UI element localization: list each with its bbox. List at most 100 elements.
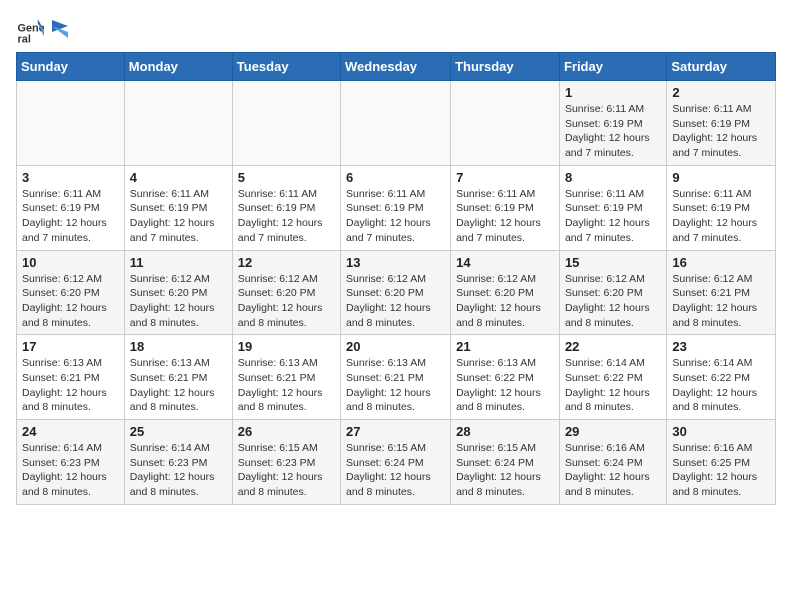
day-number: 24 xyxy=(22,424,119,439)
day-number: 6 xyxy=(346,170,445,185)
column-header-wednesday: Wednesday xyxy=(341,53,451,81)
calendar-day-cell: 23Sunrise: 6:14 AM Sunset: 6:22 PM Dayli… xyxy=(667,335,776,420)
calendar-day-cell: 3 Sunrise: 6:11 AM Sunset: 6:19 PM Daylig… xyxy=(17,165,125,250)
day-number: 8 xyxy=(565,170,661,185)
calendar-day-cell: 18Sunrise: 6:13 AM Sunset: 6:21 PM Dayli… xyxy=(124,335,232,420)
day-number: 17 xyxy=(22,339,119,354)
day-info: Sunrise: 6:14 AM Sunset: 6:23 PM Dayligh… xyxy=(22,441,119,500)
calendar-day-cell: 12 Sunrise: 6:12 AM Sunset: 6:20 PM Dayli… xyxy=(232,250,340,335)
day-info: Sunrise: 6:12 AM Sunset: 6:20 PM Dayligh… xyxy=(565,272,661,331)
day-number: 30 xyxy=(672,424,770,439)
column-header-saturday: Saturday xyxy=(667,53,776,81)
calendar-day-cell: 4 Sunrise: 6:11 AM Sunset: 6:19 PM Daylig… xyxy=(124,165,232,250)
calendar-day-cell: 11 Sunrise: 6:12 AM Sunset: 6:20 PM Dayli… xyxy=(124,250,232,335)
calendar-day-cell: 22Sunrise: 6:14 AM Sunset: 6:22 PM Dayli… xyxy=(559,335,666,420)
logo: Gene ral xyxy=(16,16,70,44)
column-header-thursday: Thursday xyxy=(451,53,560,81)
day-info: Sunrise: 6:13 AM Sunset: 6:21 PM Dayligh… xyxy=(238,356,335,415)
calendar-day-cell: 28 Sunrise: 6:15 AM Sunset: 6:24 PM Dayli… xyxy=(451,420,560,505)
calendar-week-row: 17 Sunrise: 6:13 AM Sunset: 6:21 PM Dayli… xyxy=(17,335,776,420)
day-info: Sunrise: 6:12 AM Sunset: 6:20 PM Dayligh… xyxy=(456,272,554,331)
calendar-table: SundayMondayTuesdayWednesdayThursdayFrid… xyxy=(16,52,776,505)
calendar-day-cell: 14Sunrise: 6:12 AM Sunset: 6:20 PM Dayli… xyxy=(451,250,560,335)
day-info: Sunrise: 6:15 AM Sunset: 6:24 PM Dayligh… xyxy=(456,441,554,500)
day-number: 27 xyxy=(346,424,445,439)
day-info: Sunrise: 6:11 AM Sunset: 6:19 PM Dayligh… xyxy=(672,187,770,246)
day-number: 12 xyxy=(238,255,335,270)
day-number: 11 xyxy=(130,255,227,270)
calendar-day-cell xyxy=(451,81,560,166)
page-header: Gene ral xyxy=(16,16,776,44)
day-info: Sunrise: 6:14 AM Sunset: 6:22 PM Dayligh… xyxy=(672,356,770,415)
day-info: Sunrise: 6:12 AM Sunset: 6:21 PM Dayligh… xyxy=(672,272,770,331)
day-info: Sunrise: 6:11 AM Sunset: 6:19 PM Dayligh… xyxy=(456,187,554,246)
column-header-tuesday: Tuesday xyxy=(232,53,340,81)
day-info: Sunrise: 6:11 AM Sunset: 6:19 PM Dayligh… xyxy=(22,187,119,246)
day-info: Sunrise: 6:14 AM Sunset: 6:23 PM Dayligh… xyxy=(130,441,227,500)
column-header-sunday: Sunday xyxy=(17,53,125,81)
day-info: Sunrise: 6:13 AM Sunset: 6:21 PM Dayligh… xyxy=(22,356,119,415)
day-number: 13 xyxy=(346,255,445,270)
calendar-day-cell: 10 Sunrise: 6:12 AM Sunset: 6:20 PM Dayli… xyxy=(17,250,125,335)
day-info: Sunrise: 6:12 AM Sunset: 6:20 PM Dayligh… xyxy=(130,272,227,331)
calendar-day-cell: 25 Sunrise: 6:14 AM Sunset: 6:23 PM Dayli… xyxy=(124,420,232,505)
day-number: 4 xyxy=(130,170,227,185)
day-number: 16 xyxy=(672,255,770,270)
calendar-header-row: SundayMondayTuesdayWednesdayThursdayFrid… xyxy=(17,53,776,81)
day-info: Sunrise: 6:11 AM Sunset: 6:19 PM Dayligh… xyxy=(346,187,445,246)
day-info: Sunrise: 6:15 AM Sunset: 6:24 PM Dayligh… xyxy=(346,441,445,500)
day-info: Sunrise: 6:13 AM Sunset: 6:22 PM Dayligh… xyxy=(456,356,554,415)
day-number: 25 xyxy=(130,424,227,439)
day-info: Sunrise: 6:16 AM Sunset: 6:25 PM Dayligh… xyxy=(672,441,770,500)
calendar-day-cell: 1Sunrise: 6:11 AM Sunset: 6:19 PM Daylig… xyxy=(559,81,666,166)
calendar-day-cell: 5 Sunrise: 6:11 AM Sunset: 6:19 PM Daylig… xyxy=(232,165,340,250)
calendar-day-cell: 21 Sunrise: 6:13 AM Sunset: 6:22 PM Dayli… xyxy=(451,335,560,420)
calendar-day-cell: 16 Sunrise: 6:12 AM Sunset: 6:21 PM Dayli… xyxy=(667,250,776,335)
day-number: 9 xyxy=(672,170,770,185)
day-info: Sunrise: 6:11 AM Sunset: 6:19 PM Dayligh… xyxy=(238,187,335,246)
day-info: Sunrise: 6:11 AM Sunset: 6:19 PM Dayligh… xyxy=(565,187,661,246)
calendar-day-cell: 26Sunrise: 6:15 AM Sunset: 6:23 PM Dayli… xyxy=(232,420,340,505)
calendar-day-cell: 17 Sunrise: 6:13 AM Sunset: 6:21 PM Dayli… xyxy=(17,335,125,420)
day-number: 20 xyxy=(346,339,445,354)
calendar-day-cell: 15 Sunrise: 6:12 AM Sunset: 6:20 PM Dayli… xyxy=(559,250,666,335)
day-number: 28 xyxy=(456,424,554,439)
day-info: Sunrise: 6:12 AM Sunset: 6:20 PM Dayligh… xyxy=(238,272,335,331)
calendar-week-row: 1Sunrise: 6:11 AM Sunset: 6:19 PM Daylig… xyxy=(17,81,776,166)
day-number: 15 xyxy=(565,255,661,270)
day-number: 10 xyxy=(22,255,119,270)
day-info: Sunrise: 6:12 AM Sunset: 6:20 PM Dayligh… xyxy=(346,272,445,331)
day-number: 19 xyxy=(238,339,335,354)
calendar-day-cell: 6 Sunrise: 6:11 AM Sunset: 6:19 PM Daylig… xyxy=(341,165,451,250)
calendar-week-row: 3 Sunrise: 6:11 AM Sunset: 6:19 PM Daylig… xyxy=(17,165,776,250)
calendar-day-cell: 29Sunrise: 6:16 AM Sunset: 6:24 PM Dayli… xyxy=(559,420,666,505)
day-info: Sunrise: 6:12 AM Sunset: 6:20 PM Dayligh… xyxy=(22,272,119,331)
day-number: 5 xyxy=(238,170,335,185)
calendar-day-cell: 30 Sunrise: 6:16 AM Sunset: 6:25 PM Dayli… xyxy=(667,420,776,505)
logo-icon: Gene ral xyxy=(16,16,44,44)
day-info: Sunrise: 6:11 AM Sunset: 6:19 PM Dayligh… xyxy=(130,187,227,246)
day-number: 18 xyxy=(130,339,227,354)
logo-wordmark xyxy=(48,16,70,44)
day-info: Sunrise: 6:16 AM Sunset: 6:24 PM Dayligh… xyxy=(565,441,661,500)
calendar-day-cell xyxy=(17,81,125,166)
calendar-week-row: 10 Sunrise: 6:12 AM Sunset: 6:20 PM Dayli… xyxy=(17,250,776,335)
calendar-day-cell xyxy=(341,81,451,166)
calendar-day-cell xyxy=(124,81,232,166)
logo-flag-icon xyxy=(50,16,70,44)
day-number: 7 xyxy=(456,170,554,185)
day-info: Sunrise: 6:11 AM Sunset: 6:19 PM Dayligh… xyxy=(672,102,770,161)
calendar-day-cell: 19 Sunrise: 6:13 AM Sunset: 6:21 PM Dayli… xyxy=(232,335,340,420)
calendar-day-cell: 13 Sunrise: 6:12 AM Sunset: 6:20 PM Dayli… xyxy=(341,250,451,335)
day-info: Sunrise: 6:14 AM Sunset: 6:22 PM Dayligh… xyxy=(565,356,661,415)
calendar-day-cell: 27 Sunrise: 6:15 AM Sunset: 6:24 PM Dayli… xyxy=(341,420,451,505)
day-number: 21 xyxy=(456,339,554,354)
calendar-day-cell: 20Sunrise: 6:13 AM Sunset: 6:21 PM Dayli… xyxy=(341,335,451,420)
day-number: 3 xyxy=(22,170,119,185)
svg-text:ral: ral xyxy=(18,33,31,44)
column-header-friday: Friday xyxy=(559,53,666,81)
calendar-week-row: 24 Sunrise: 6:14 AM Sunset: 6:23 PM Dayli… xyxy=(17,420,776,505)
day-info: Sunrise: 6:15 AM Sunset: 6:23 PM Dayligh… xyxy=(238,441,335,500)
column-header-monday: Monday xyxy=(124,53,232,81)
calendar-day-cell xyxy=(232,81,340,166)
